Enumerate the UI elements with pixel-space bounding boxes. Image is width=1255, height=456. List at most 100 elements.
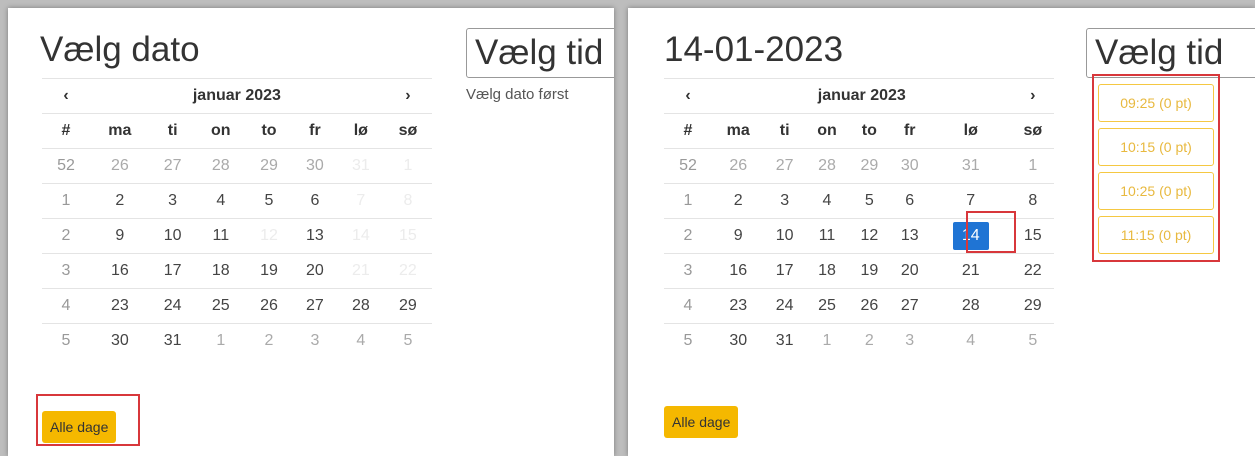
- calendar-day[interactable]: 11: [195, 218, 247, 254]
- date-heading: Vælg dato: [40, 30, 200, 69]
- calendar-day[interactable]: 28: [337, 288, 384, 324]
- day-number: 31: [775, 332, 794, 349]
- calendar-day[interactable]: 13: [889, 218, 930, 254]
- calendar-day[interactable]: 19: [849, 253, 890, 289]
- calendar-day[interactable]: 5: [246, 183, 292, 219]
- calendar-day[interactable]: 30: [90, 323, 150, 358]
- calendar-day[interactable]: 4: [804, 183, 850, 219]
- calendar-day[interactable]: 23: [90, 288, 150, 324]
- calendar-day[interactable]: 28: [929, 288, 1012, 324]
- calendar-day[interactable]: 29: [1011, 288, 1054, 324]
- calendar-day[interactable]: 25: [804, 288, 850, 324]
- day-number: 29: [260, 157, 278, 174]
- calendar-day[interactable]: 30: [712, 323, 765, 358]
- calendar-day[interactable]: 3: [149, 183, 196, 219]
- calendar-day[interactable]: 3: [889, 323, 930, 358]
- calendar-day[interactable]: 24: [149, 288, 196, 324]
- calendar-day[interactable]: 26: [90, 148, 150, 184]
- calendar-day[interactable]: 18: [195, 253, 247, 289]
- calendar-day[interactable]: 20: [889, 253, 930, 289]
- calendar-day[interactable]: 3: [764, 183, 805, 219]
- calendar-day[interactable]: 26: [849, 288, 890, 324]
- calendar-day[interactable]: 28: [195, 148, 247, 184]
- next-month-button[interactable]: ›: [1011, 78, 1054, 114]
- day-number: 6: [905, 192, 915, 209]
- calendar-day[interactable]: 22: [1011, 253, 1054, 289]
- calendar-day[interactable]: 2: [246, 323, 292, 358]
- calendar-day[interactable]: 29: [246, 148, 292, 184]
- calendar-day[interactable]: 5: [383, 323, 432, 358]
- calendar-day[interactable]: 21: [929, 253, 1012, 289]
- day-number: 4: [966, 332, 976, 349]
- calendar-day[interactable]: 3: [291, 323, 338, 358]
- calendar-day[interactable]: 18: [804, 253, 850, 289]
- day-number: 4: [356, 332, 366, 349]
- calendar-day[interactable]: 17: [764, 253, 805, 289]
- calendar-day[interactable]: 29: [383, 288, 432, 324]
- day-number: 30: [306, 157, 324, 174]
- calendar-day[interactable]: 6: [889, 183, 930, 219]
- calendar-day[interactable]: 4: [929, 323, 1012, 358]
- calendar-day[interactable]: 4: [195, 183, 247, 219]
- all-days-button[interactable]: Alle dage: [664, 406, 739, 438]
- calendar-day[interactable]: 30: [291, 148, 338, 184]
- calendar-day[interactable]: 9: [712, 218, 765, 254]
- day-number: 25: [818, 297, 836, 314]
- calendar-day[interactable]: 13: [291, 218, 338, 254]
- calendar-day[interactable]: 17: [149, 253, 196, 289]
- calendar-day[interactable]: 28: [804, 148, 850, 184]
- calendar-day[interactable]: 16: [712, 253, 765, 289]
- time-slot-button[interactable]: 10:15 (0 pt): [1098, 128, 1214, 166]
- calendar-day[interactable]: 1: [1011, 148, 1054, 184]
- selected-day[interactable]: 14: [929, 218, 1012, 254]
- calendar-day[interactable]: 2: [712, 183, 765, 219]
- calendar-day[interactable]: 31: [764, 323, 805, 358]
- calendar-day[interactable]: 8: [1011, 183, 1054, 219]
- calendar-day[interactable]: 27: [889, 288, 930, 324]
- calendar-day[interactable]: 19: [246, 253, 292, 289]
- calendar-day[interactable]: 2: [849, 323, 890, 358]
- day-number: 17: [163, 262, 182, 279]
- calendar-day[interactable]: 7: [929, 183, 1012, 219]
- calendar-day[interactable]: 1: [195, 323, 247, 358]
- calendar-day[interactable]: 25: [195, 288, 247, 324]
- calendar-day[interactable]: 2: [90, 183, 150, 219]
- time-select-box[interactable]: Vælg tid: [1086, 28, 1255, 78]
- time-select-box[interactable]: Vælg tid: [466, 28, 614, 78]
- day-number: 28: [351, 297, 370, 314]
- calendar-day[interactable]: 1: [804, 323, 850, 358]
- time-slot-button[interactable]: 11:15 (0 pt): [1098, 216, 1214, 254]
- all-days-button[interactable]: Alle dage: [42, 411, 117, 443]
- calendar-day[interactable]: 16: [90, 253, 150, 289]
- calendar-day: 1: [383, 148, 432, 184]
- calendar-day[interactable]: 27: [291, 288, 338, 324]
- calendar-day[interactable]: 31: [929, 148, 1012, 184]
- calendar-day[interactable]: 20: [291, 253, 338, 289]
- calendar-day[interactable]: 11: [804, 218, 850, 254]
- calendar-day[interactable]: 4: [337, 323, 384, 358]
- calendar-day[interactable]: 26: [712, 148, 765, 184]
- calendar-day[interactable]: 29: [849, 148, 890, 184]
- calendar-day[interactable]: 27: [764, 148, 805, 184]
- time-slot-button[interactable]: 09:25 (0 pt): [1098, 84, 1214, 122]
- calendar-day[interactable]: 23: [712, 288, 765, 324]
- calendar-day[interactable]: 27: [149, 148, 196, 184]
- day-number: 20: [306, 262, 324, 279]
- calendar-day[interactable]: 10: [764, 218, 805, 254]
- calendar-day[interactable]: 5: [1011, 323, 1054, 358]
- calendar-day[interactable]: 31: [149, 323, 196, 358]
- calendar-day[interactable]: 26: [246, 288, 292, 324]
- calendar-day[interactable]: 30: [889, 148, 930, 184]
- weekday-header: to: [246, 113, 292, 149]
- calendar-day[interactable]: 12: [849, 218, 890, 254]
- prev-month-button[interactable]: ‹: [42, 78, 90, 114]
- calendar-day[interactable]: 10: [149, 218, 196, 254]
- prev-month-button[interactable]: ‹: [664, 78, 712, 114]
- calendar-day[interactable]: 24: [764, 288, 805, 324]
- time-slot-button[interactable]: 10:25 (0 pt): [1098, 172, 1214, 210]
- calendar-day[interactable]: 5: [849, 183, 890, 219]
- calendar-day[interactable]: 6: [291, 183, 338, 219]
- calendar-day[interactable]: 9: [90, 218, 150, 254]
- next-month-button[interactable]: ›: [383, 78, 432, 114]
- calendar-day[interactable]: 15: [1011, 218, 1054, 254]
